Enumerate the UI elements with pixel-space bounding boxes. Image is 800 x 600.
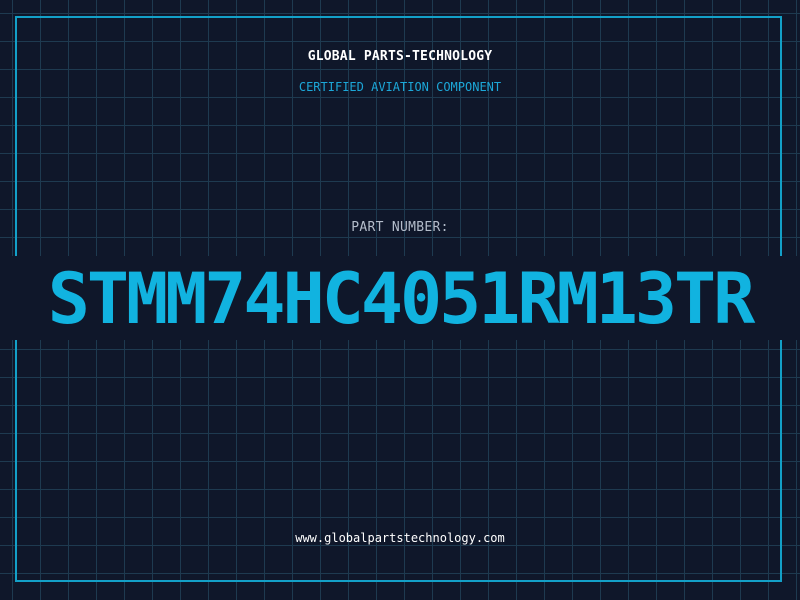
part-number-value: STMM74HC4051RM13TR (0, 254, 800, 344)
website-url: www.globalpartstechnology.com (295, 531, 505, 545)
part-number-label: PART NUMBER: (351, 220, 449, 235)
certificate-page: GLOBAL PARTS-TECHNOLOGY CERTIFIED AVIATI… (0, 0, 800, 600)
company-name: GLOBAL PARTS-TECHNOLOGY (307, 49, 493, 64)
certification-subtitle: CERTIFIED AVIATION COMPONENT (298, 80, 502, 94)
part-number-text: STMM74HC4051RM13TR (47, 258, 756, 340)
